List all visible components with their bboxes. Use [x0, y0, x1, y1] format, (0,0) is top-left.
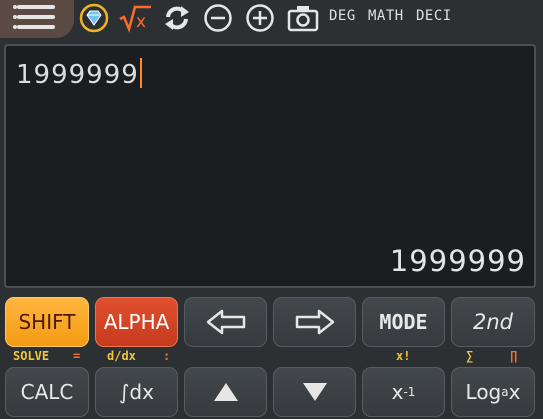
input-mode-label[interactable]: MATH [368, 8, 404, 24]
shift-key[interactable]: SHIFT [5, 297, 89, 347]
sqrt-x-label: x [136, 12, 146, 32]
integral-key[interactable]: ∫dx [95, 367, 178, 417]
arrow-left-icon [206, 309, 245, 335]
camera-icon[interactable] [286, 0, 320, 36]
refresh-icon[interactable] [161, 0, 193, 36]
sum-sublabel: ∑ [466, 349, 474, 363]
log-subscript: a [501, 385, 509, 399]
mode-key[interactable]: MODE [362, 297, 445, 347]
second-function-key[interactable]: 2nd [451, 297, 535, 347]
cursor-up-key[interactable] [184, 367, 267, 417]
sqrt-x-icon[interactable]: x [117, 0, 153, 36]
calculator-display[interactable]: 1999999 1999999 [4, 44, 536, 288]
alpha-key[interactable]: ALPHA [95, 297, 178, 347]
arrow-up-icon [213, 383, 238, 401]
arrow-right-icon [295, 309, 334, 335]
log-argument: x [508, 380, 521, 404]
cursor-down-key[interactable] [273, 367, 356, 417]
input-expression[interactable]: 1999999 [16, 58, 142, 90]
colon-sublabel: : [163, 349, 171, 363]
output-mode-label[interactable]: DECI [416, 8, 452, 24]
inverse-base: x [391, 380, 404, 404]
cursor-right-key[interactable] [273, 297, 356, 347]
menu-button[interactable] [0, 0, 74, 38]
factorial-sublabel: x! [396, 349, 411, 363]
log-label: Log [465, 380, 502, 404]
product-sublabel: ∏ [510, 349, 518, 363]
ddx-sublabel: d/dx [107, 349, 136, 363]
result-value: 1999999 [389, 244, 526, 278]
toolbar: x DEG MATH DECI [0, 0, 543, 38]
calc-key[interactable]: CALC [5, 367, 89, 417]
arrow-down-icon [302, 383, 327, 401]
gem-icon[interactable] [78, 0, 110, 36]
text-cursor [139, 58, 142, 88]
input-text: 1999999 [16, 60, 139, 90]
inverse-exponent: -1 [403, 385, 416, 399]
log-base-key[interactable]: Log a x [451, 367, 535, 417]
zoom-in-icon[interactable] [244, 0, 276, 36]
zoom-out-icon[interactable] [202, 0, 234, 36]
cursor-left-key[interactable] [184, 297, 267, 347]
solve-sublabel: SOLVE [13, 349, 50, 363]
angle-mode-label[interactable]: DEG [329, 8, 356, 24]
inverse-key[interactable]: x -1 [362, 367, 445, 417]
equals-sublabel: = [73, 349, 81, 363]
